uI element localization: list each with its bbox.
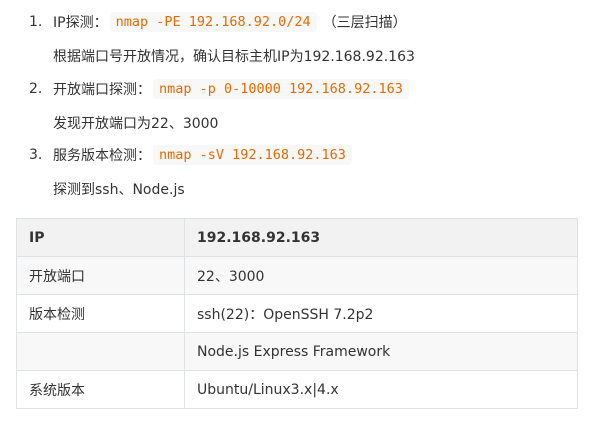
step-1-detail: 根据端口号开放情况，确认目标主机IP为192.168.92.163 — [53, 49, 415, 65]
step-label: 服务版本检测： — [53, 148, 151, 164]
host-info-table: IP 192.168.92.163 开放端口 22、3000 版本检测 ssh(… — [16, 218, 578, 409]
table-cell: 开放端口 — [16, 256, 185, 295]
step-suffix: （三层扫描） — [322, 15, 407, 31]
step-number: 2. — [29, 81, 43, 97]
step-number: 3. — [29, 147, 43, 163]
step-label: IP探测： — [53, 15, 108, 31]
command-code: nmap -PE 192.168.92.0/24 — [109, 12, 317, 32]
table-row: Node.js Express Framework — [16, 332, 578, 371]
header-cell: IP — [16, 218, 185, 257]
step-label: 开放端口探测： — [53, 82, 151, 98]
table-row: 版本检测 ssh(22)：OpenSSH 7.2p2 — [16, 294, 578, 333]
table-cell: 22、3000 — [184, 256, 578, 295]
table-cell — [16, 332, 185, 371]
table-cell: 版本检测 — [16, 294, 185, 333]
command-code: nmap -p 0-10000 192.168.92.163 — [153, 79, 409, 99]
command-code: nmap -sV 192.168.92.163 — [153, 145, 352, 165]
step-3-detail: 探测到ssh、Node.js — [53, 182, 185, 198]
step-2-detail: 发现开放端口为22、3000 — [53, 116, 219, 132]
table-row: 开放端口 22、3000 — [16, 256, 578, 295]
table-cell: Node.js Express Framework — [184, 332, 578, 371]
header-cell: 192.168.92.163 — [184, 218, 578, 257]
table-cell: 系统版本 — [16, 370, 185, 409]
table-cell: ssh(22)：OpenSSH 7.2p2 — [184, 294, 578, 333]
table-row: 系统版本 Ubuntu/Linux3.x|4.x — [16, 370, 578, 409]
table-cell: Ubuntu/Linux3.x|4.x — [184, 370, 578, 409]
step-number: 1. — [29, 14, 43, 30]
table-header-row: IP 192.168.92.163 — [16, 218, 578, 257]
